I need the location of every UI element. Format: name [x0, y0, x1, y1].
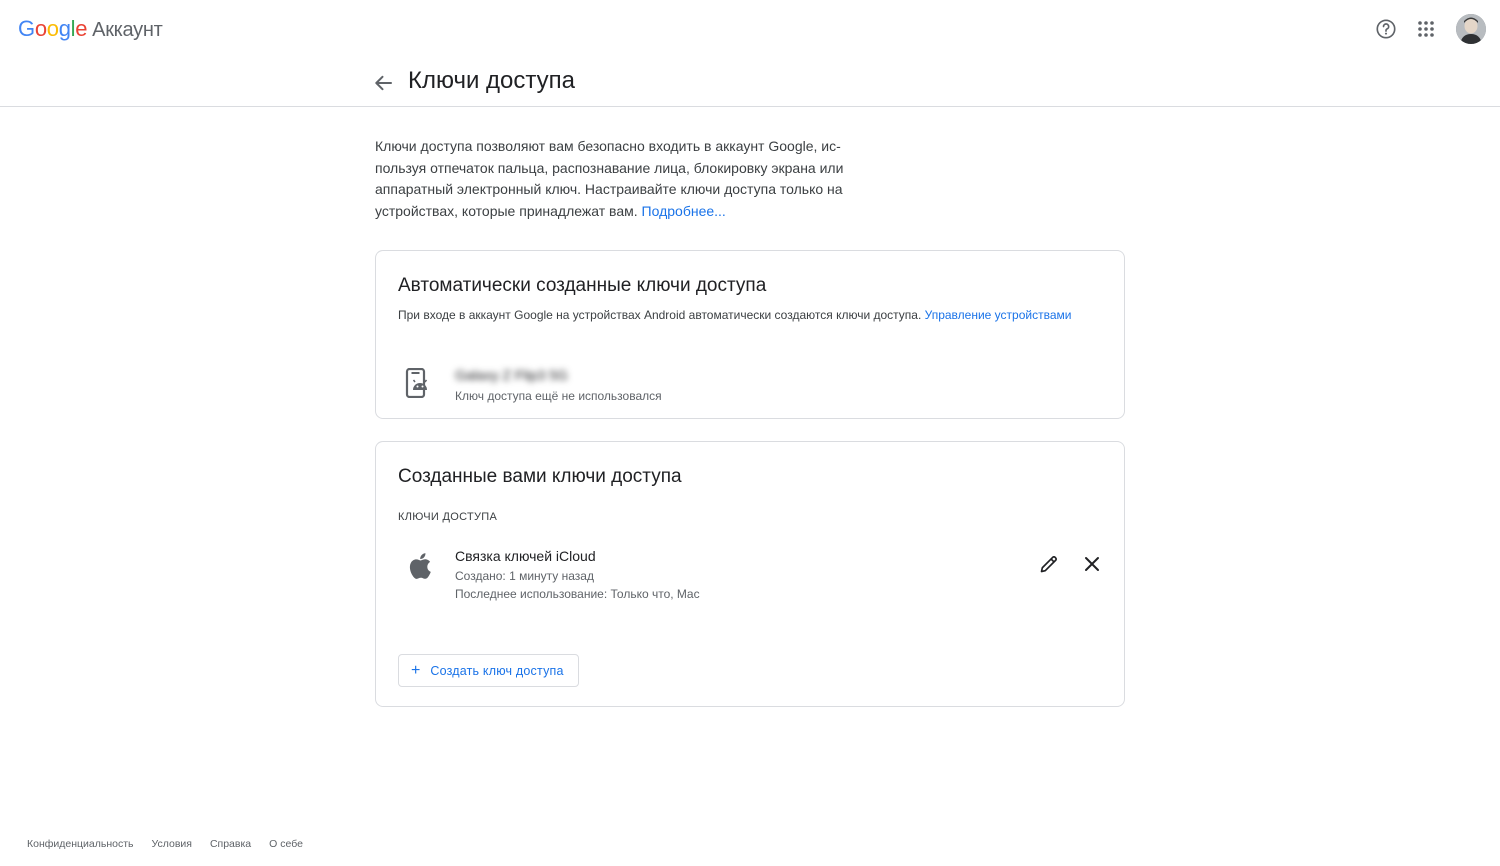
auto-passkeys-card: Автоматически созданные ключи доступа Пр…	[375, 250, 1125, 419]
footer-link-privacy[interactable]: Конфиденциальность	[27, 838, 134, 850]
intro-text: Ключи доступа позволяют вам безопасно вх…	[375, 136, 865, 222]
section-label: КЛЮЧИ ДОСТУПА	[398, 511, 498, 523]
delete-passkey-button[interactable]	[1077, 549, 1107, 579]
apps-grid-icon	[1418, 21, 1434, 37]
back-button[interactable]	[371, 71, 395, 95]
learn-more-link[interactable]: Подробнее...	[642, 203, 726, 219]
page-title: Ключи доступа	[408, 67, 575, 94]
logo-letter: G	[18, 16, 35, 41]
card-description: При входе в аккаунт Google на устройства…	[398, 306, 1103, 324]
android-device-icon	[403, 367, 435, 399]
footer: Конфиденциальность Условия Справка О себ…	[27, 838, 321, 850]
footer-link-terms[interactable]: Условия	[152, 838, 192, 850]
passkey-name: Связка ключей iCloud	[455, 548, 596, 564]
create-passkey-label: Создать ключ доступа	[430, 663, 564, 678]
page-header: Ключи доступа	[0, 56, 1500, 107]
help-button[interactable]	[1366, 12, 1406, 46]
passkey-last-used: Последнее использование: Только что, Mac	[455, 587, 700, 601]
logo-letter: o	[46, 16, 59, 41]
card-title: Созданные вами ключи доступа	[398, 466, 682, 487]
product-name: Аккаунт	[92, 19, 163, 41]
passkey-created: Создано: 1 минуту назад	[455, 569, 594, 583]
device-status: Ключ доступа ещё не использовался	[455, 389, 662, 403]
intro-description: Ключи доступа позволяют вам безопасно вх…	[375, 138, 844, 219]
create-passkey-button[interactable]: + Создать ключ доступа	[398, 654, 579, 687]
top-bar: Google Аккаунт	[0, 0, 1500, 56]
logo-letter: e	[75, 16, 88, 41]
pencil-icon	[1040, 556, 1057, 573]
help-icon	[1376, 19, 1396, 39]
logo-letter: o	[34, 16, 47, 41]
close-icon	[1085, 557, 1099, 571]
card-title: Автоматически созданные ключи доступа	[398, 275, 767, 296]
google-account-logo[interactable]: Google Аккаунт	[18, 16, 163, 42]
logo-letter: g	[58, 16, 71, 41]
apple-icon	[403, 550, 435, 582]
footer-link-help[interactable]: Справка	[210, 838, 251, 850]
edit-passkey-button[interactable]	[1034, 549, 1064, 579]
plus-icon: +	[411, 661, 421, 679]
my-passkeys-card: Созданные вами ключи доступа КЛЮЧИ ДОСТУ…	[375, 441, 1125, 707]
apps-button[interactable]	[1406, 12, 1446, 46]
manage-devices-link[interactable]: Управление устройства­ми	[925, 308, 1072, 322]
device-name: Galaxy Z Flip3 5G	[455, 367, 568, 383]
avatar-image	[1456, 14, 1486, 44]
avatar[interactable]	[1456, 14, 1486, 44]
footer-link-about[interactable]: О себе	[269, 838, 303, 850]
arrow-back-icon	[375, 75, 392, 91]
auto-card-description: При входе в аккаунт Google на устройства…	[398, 308, 925, 322]
